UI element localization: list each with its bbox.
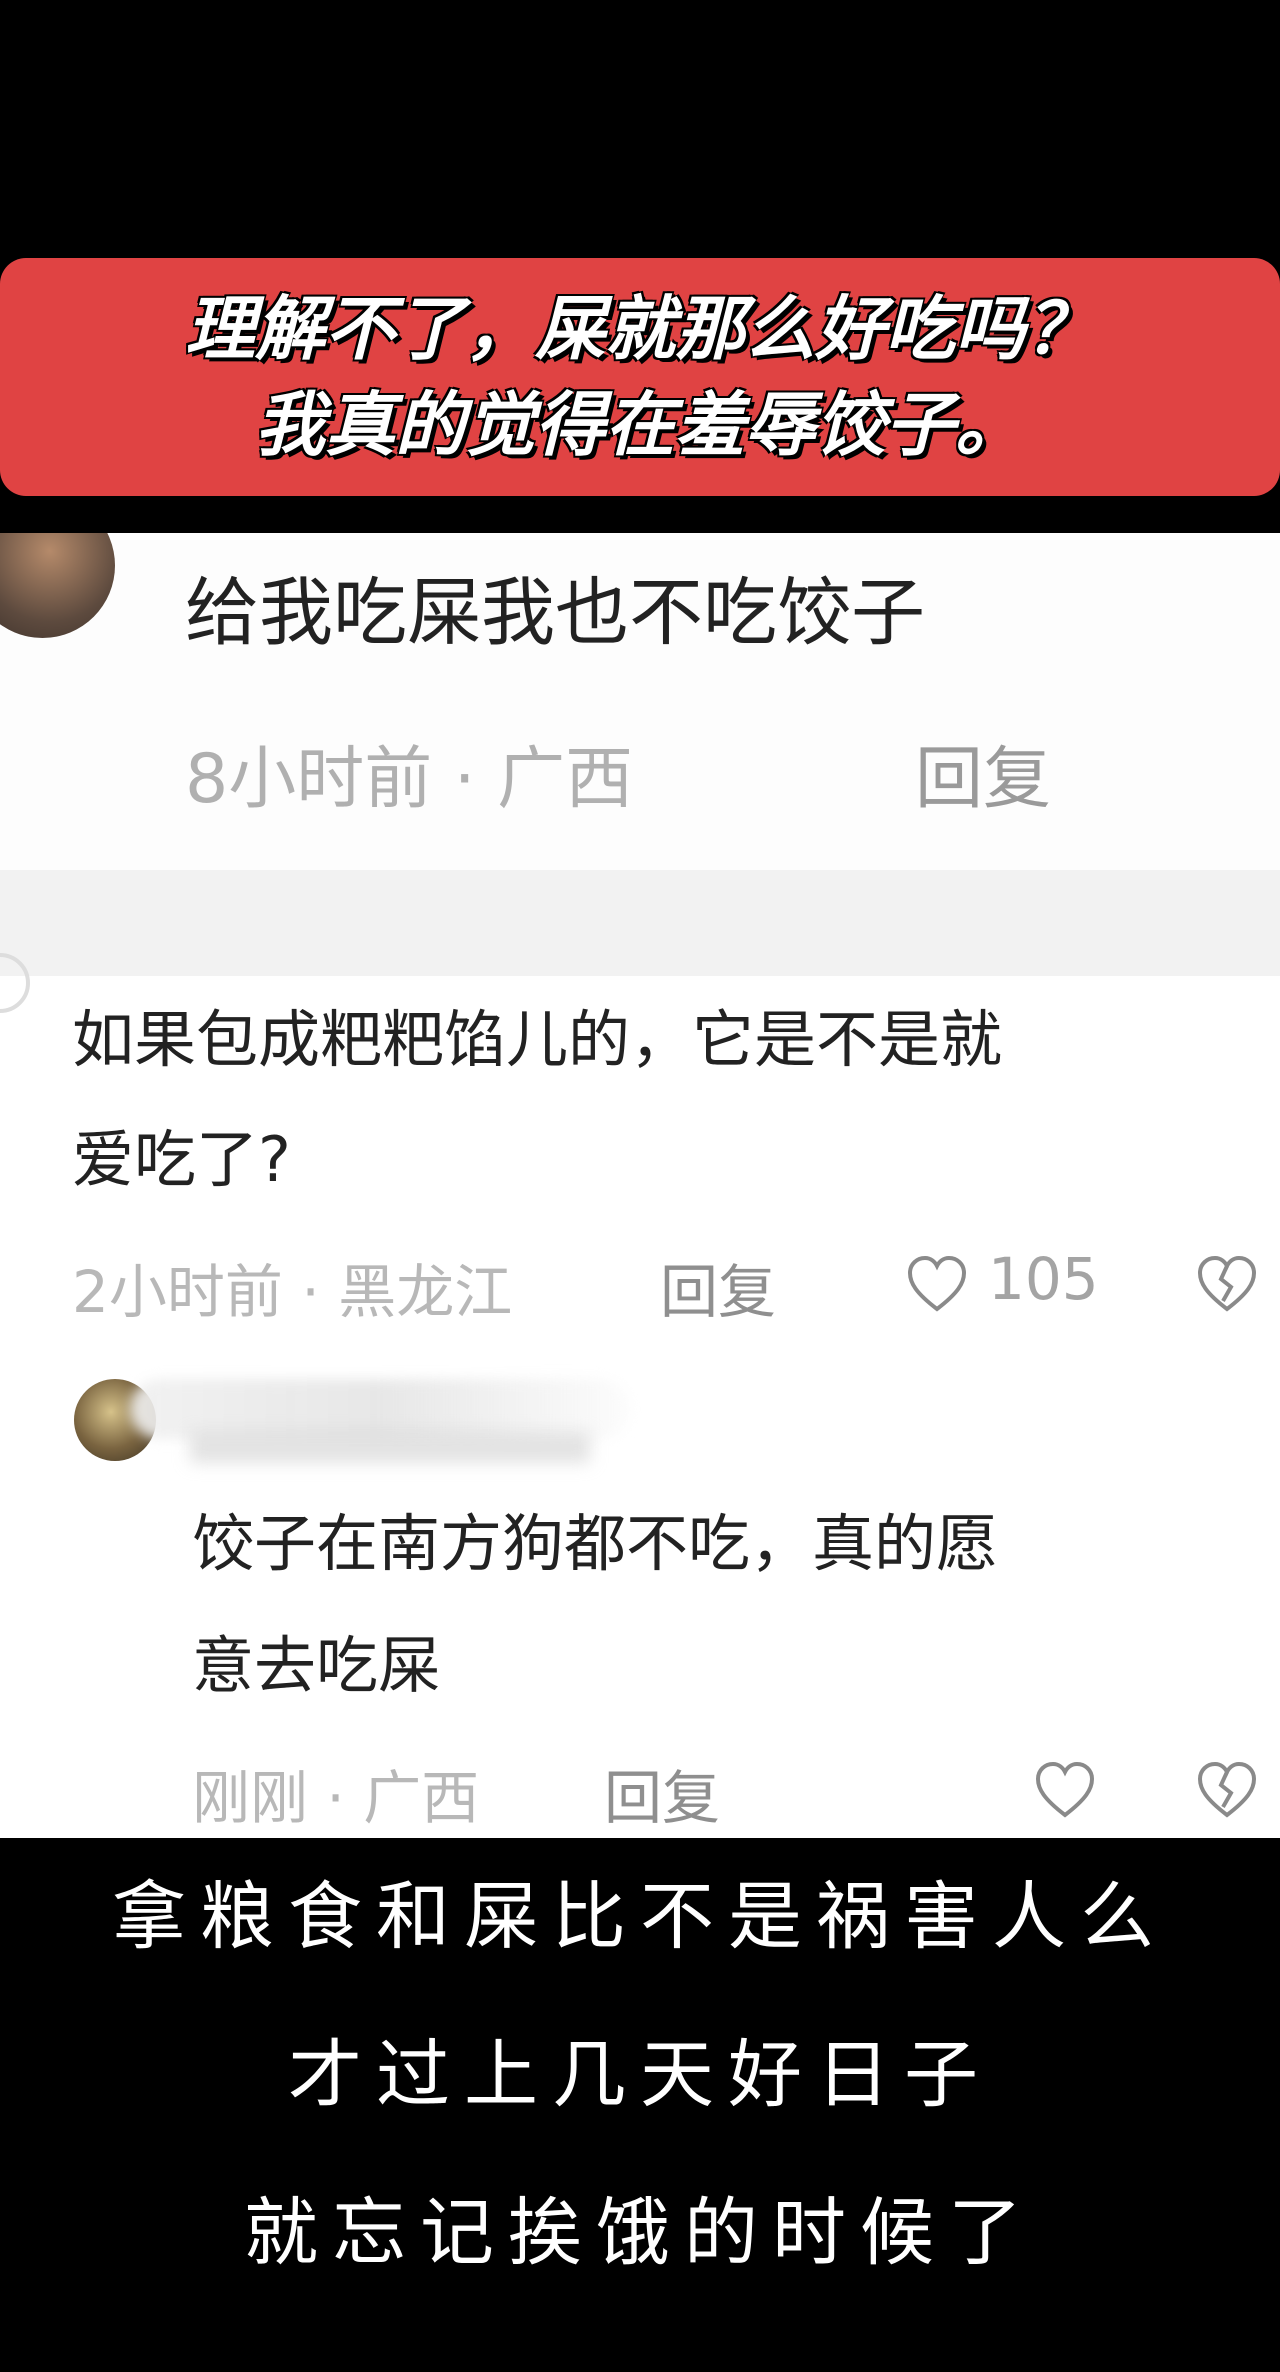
like-count: 105 bbox=[988, 1245, 1099, 1313]
title-banner: 理解不了，屎就那么好吃吗？ 我真的觉得在羞辱饺子。 bbox=[0, 258, 1280, 496]
reply-button[interactable]: 回复 bbox=[915, 723, 1051, 822]
comment-meta: 刚刚 · 广西 bbox=[192, 1764, 480, 1832]
comment-meta: 2小时前 · 黑龙江 bbox=[72, 1258, 513, 1326]
comment-text: 给我吃屎我也不吃饺子 bbox=[185, 570, 925, 656]
comment-text-line: 饺子在南方狗都不吃，真的愿 bbox=[192, 1507, 999, 1580]
caption-line-1: 拿粮食和屎比不是祸害人么 bbox=[112, 1874, 1168, 1960]
caption-line-3: 就忘记挨饿的时候了 bbox=[244, 2190, 1036, 2276]
bottom-caption: 拿粮食和屎比不是祸害人么 才过上几天好日子 就忘记挨饿的时候了 bbox=[0, 1838, 1280, 2372]
broken-heart-icon[interactable] bbox=[1196, 1761, 1258, 1819]
comment-text-line: 爱吃了? bbox=[72, 1123, 291, 1196]
reply-button[interactable]: 回复 bbox=[660, 1245, 776, 1329]
avatar[interactable] bbox=[0, 533, 115, 638]
heart-icon[interactable] bbox=[906, 1255, 968, 1313]
comment-meta: 8小时前 · 广西 bbox=[185, 740, 634, 819]
comment-text-line: 如果包成粑粑馅儿的，它是不是就 bbox=[72, 1003, 1003, 1076]
caption-line-2: 才过上几天好日子 bbox=[288, 2032, 992, 2118]
blurred-username bbox=[190, 1433, 590, 1463]
banner-line-2: 我真的觉得在羞辱饺子。 bbox=[255, 384, 1025, 466]
comment-screenshot: 给我吃屎我也不吃饺子 8小时前 · 广西 回复 如果包成粑粑馅儿的，它是不是就 … bbox=[0, 533, 1280, 1838]
broken-heart-icon[interactable] bbox=[1196, 1255, 1258, 1313]
reply-button[interactable]: 回复 bbox=[604, 1751, 720, 1835]
comment-text-line: 意去吃屎 bbox=[192, 1629, 441, 1702]
blurred-username bbox=[130, 1379, 630, 1439]
heart-icon[interactable] bbox=[1034, 1761, 1096, 1819]
comment-1: 给我吃屎我也不吃饺子 8小时前 · 广西 回复 bbox=[0, 533, 1280, 870]
banner-line-1: 理解不了，屎就那么好吃吗？ bbox=[185, 288, 1095, 370]
section-divider bbox=[0, 870, 1280, 976]
